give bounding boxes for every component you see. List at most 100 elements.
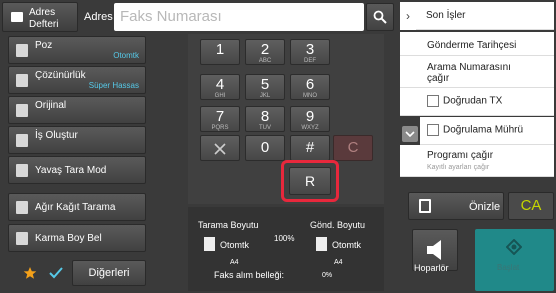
clear-key[interactable]: C (333, 135, 373, 161)
heavy-paper-icon (16, 201, 28, 214)
verify-stamp-box (427, 124, 439, 136)
key-8-digit: 8 (260, 108, 270, 125)
key-6[interactable]: 6 MNO (290, 74, 330, 100)
key-9[interactable]: 9 WXYZ (290, 106, 330, 132)
key-4[interactable]: 4 GHI (200, 74, 240, 100)
search-button[interactable] (366, 3, 394, 31)
fax-number-placeholder: Faks Numarası (120, 8, 222, 25)
recall-number-line1: Arama Numarasını (427, 62, 511, 73)
key-2-letters: ABC (258, 58, 272, 64)
scan-paper: A4 (230, 259, 239, 266)
speaker-label: Hoparlör (414, 263, 449, 273)
direct-tx-checkbox[interactable]: Doğrudan TX (400, 88, 554, 116)
address-book-button[interactable]: Adres Defteri (2, 2, 78, 32)
scan-ratio: 100% (274, 234, 295, 243)
key-6-letters: MNO (303, 93, 317, 99)
verify-stamp-label: Doğrulama Mührü (443, 124, 524, 136)
key-1[interactable]: 1 (200, 39, 240, 65)
key-5-letters: JKL (259, 93, 271, 99)
key-2[interactable]: 2 ABC (245, 39, 285, 65)
key-8[interactable]: 8 TUV (245, 106, 285, 132)
recent-jobs-label: Son İşler (426, 10, 466, 21)
original-icon (16, 104, 28, 117)
key-7[interactable]: 7 PQRS (200, 106, 240, 132)
key-hash[interactable]: # (290, 135, 330, 161)
star-icon (23, 267, 37, 279)
search-icon (373, 10, 387, 24)
recent-jobs[interactable]: Son İşler (416, 2, 554, 30)
send-size-value: Otomtk (332, 240, 362, 250)
key-hash-digit: # (305, 139, 315, 156)
memory-label: Faks alım belleği: (214, 270, 285, 280)
direct-tx-box (427, 95, 439, 107)
key-3[interactable]: 3 DEF (290, 39, 330, 65)
verify-stamp-checkbox[interactable]: Doğrulama Mührü (420, 117, 554, 145)
heavy-paper-label: Ağır Kağıt Tarama (35, 202, 116, 213)
scroll-down-button[interactable] (402, 126, 418, 142)
send-paper: A4 (334, 259, 343, 266)
chevron-down-icon (405, 131, 415, 137)
key-7-digit: 7 (215, 108, 225, 125)
key-3-letters: DEF (304, 58, 316, 64)
original-button[interactable]: Orijinal (8, 96, 146, 124)
mixed-size-button[interactable]: Karma Boy Bel (8, 224, 146, 252)
key-5[interactable]: 5 JKL (245, 74, 285, 100)
slow-scan-button[interactable]: Yavaş Tara Mod (8, 156, 146, 184)
send-size-label: Gönd. Boyutu (310, 220, 366, 230)
heavy-paper-button[interactable]: Ağır Kağıt Tarama (8, 193, 146, 221)
mixed-size-icon (16, 232, 28, 245)
ca-button[interactable]: CA (508, 192, 554, 220)
key-7-letters: PQRS (211, 125, 229, 131)
preview-button[interactable]: Önizle (408, 192, 504, 220)
r-key-highlight: R (281, 160, 339, 202)
exposure-label: Poz (35, 40, 53, 51)
scan-size-label: Tarama Boyutu (198, 220, 259, 230)
checkmark-icon (49, 267, 63, 279)
exposure-button[interactable]: Poz Otomtk (8, 36, 146, 64)
paper-icon (204, 237, 215, 251)
key-0[interactable]: 0 (245, 135, 285, 161)
key-0-digit: 0 (260, 139, 270, 156)
start-label: Başlat (497, 263, 520, 272)
key-4-letters: GHI (214, 93, 226, 99)
speaker-icon (427, 240, 441, 260)
key-2-digit: 2 (260, 41, 270, 58)
clear-key-label: C (347, 139, 359, 156)
others-button[interactable]: Diğerleri (72, 260, 146, 286)
send-history[interactable]: Gönderme Tarihçesi (400, 32, 554, 56)
send-history-label: Gönderme Tarihçesi (427, 40, 517, 51)
resolution-icon (16, 74, 28, 87)
address-label: Adres (84, 11, 113, 23)
slow-scan-label: Yavaş Tara Mod (35, 165, 107, 176)
fax-number-input[interactable]: Faks Numarası (114, 3, 364, 31)
send-paper-icon (316, 237, 327, 251)
job-build-button[interactable]: İş Oluştur (8, 126, 146, 154)
key-8-letters: TUV (259, 125, 271, 131)
call-program[interactable]: Programı çağır Kayıtlı ayarları çağır (400, 145, 554, 177)
check-button[interactable] (44, 261, 68, 285)
key-6-digit: 6 (305, 76, 315, 93)
original-label: Orijinal (35, 100, 67, 111)
right-panel-arrow[interactable]: › (400, 2, 416, 30)
recall-number[interactable]: Arama Numarasını çağır (400, 56, 554, 88)
r-key[interactable]: R (289, 167, 331, 195)
start-button[interactable]: Başlat (475, 229, 554, 291)
call-program-sub: Kayıtlı ayarları çağır (427, 164, 490, 171)
r-key-label: R (304, 173, 316, 189)
resolution-value: Süper Hassas (88, 81, 139, 90)
scan-size-value: Otomtk (220, 240, 250, 250)
key-9-letters: WXYZ (301, 125, 319, 131)
preview-icon (419, 199, 431, 213)
favorites-button[interactable] (20, 261, 40, 285)
key-4-digit: 4 (215, 76, 225, 93)
recall-number-line2: çağır (427, 73, 450, 84)
pause-key[interactable] (200, 135, 240, 161)
job-build-label: İş Oluştur (35, 130, 78, 141)
close-icon (214, 143, 226, 155)
job-build-icon (16, 134, 28, 147)
memory-value: 0% (322, 272, 333, 279)
call-program-label: Programı çağır (427, 150, 494, 161)
resolution-button[interactable]: Çözünürlük Süper Hassas (8, 66, 146, 94)
keypad-panel: 1 2 ABC 3 DEF 4 GHI 5 JKL 6 MNO 7 PQRS 8 TUV 9W… (188, 34, 384, 204)
key-9-digit: 9 (305, 108, 315, 125)
